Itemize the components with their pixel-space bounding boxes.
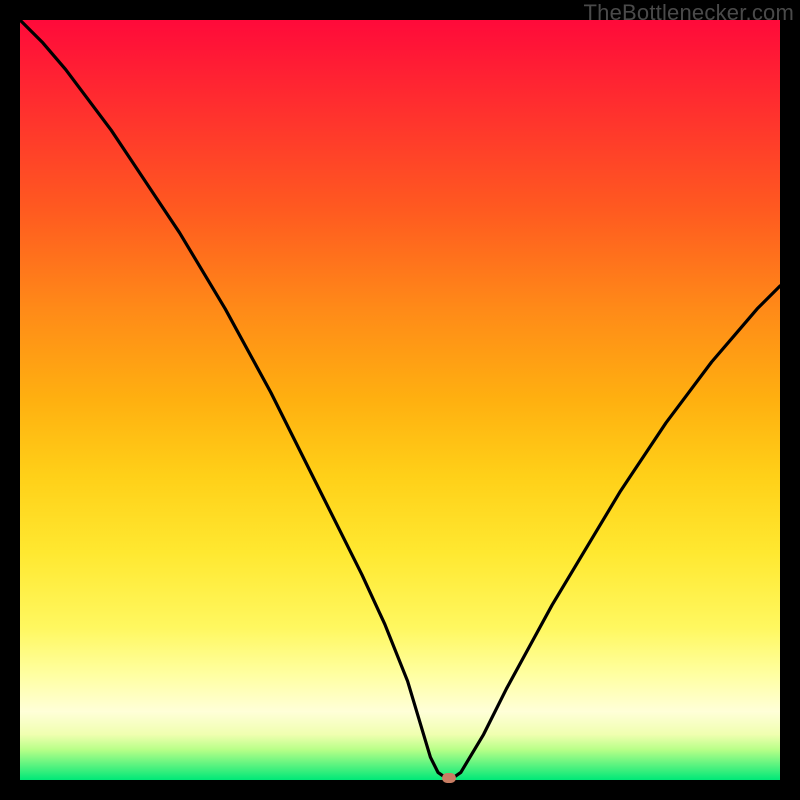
chart-frame: TheBottlenecker.com bbox=[0, 0, 800, 800]
bottleneck-curve bbox=[20, 20, 780, 780]
plot-area bbox=[20, 20, 780, 780]
minimum-marker bbox=[442, 773, 456, 783]
